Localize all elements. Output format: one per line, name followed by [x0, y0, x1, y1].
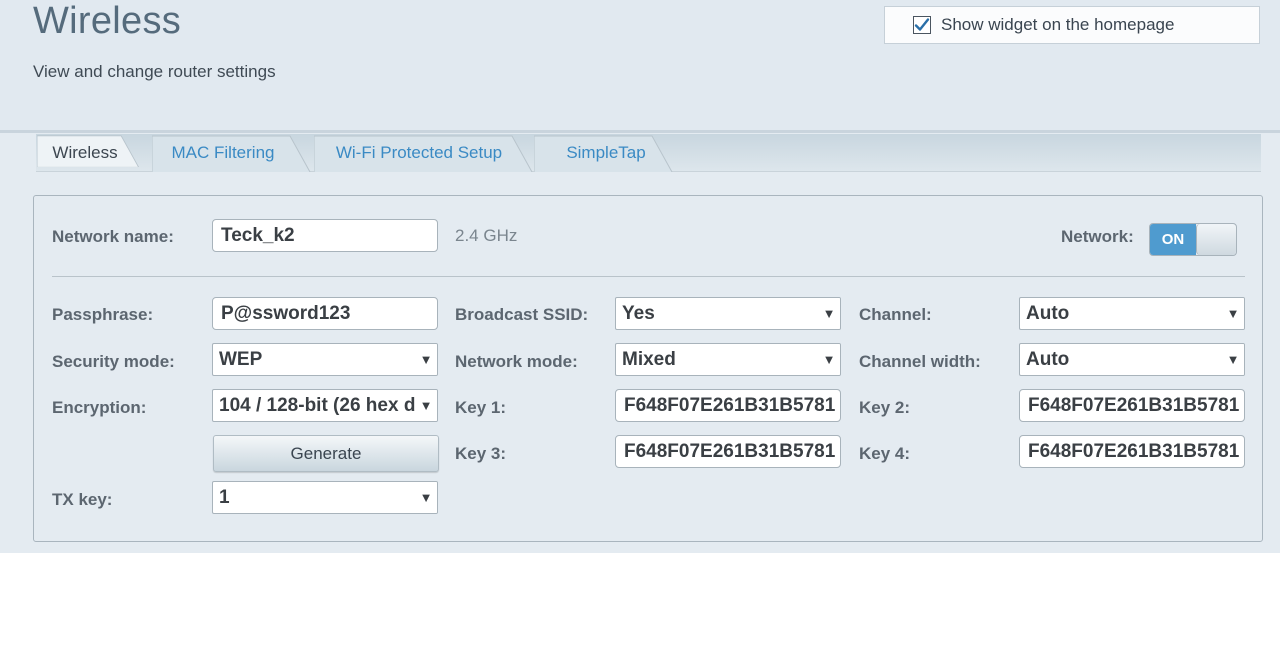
- channel-width-label: Channel width:: [859, 352, 981, 371]
- broadcast-ssid-label: Broadcast SSID:: [455, 305, 589, 324]
- channel-value: Auto: [1026, 302, 1070, 324]
- tx-key-value: 1: [219, 486, 230, 508]
- toggle-knob[interactable]: [1196, 224, 1236, 255]
- key1-label: Key 1:: [455, 398, 507, 417]
- network-mode-label: Network mode:: [455, 352, 578, 371]
- chevron-down-icon: ▼: [1222, 298, 1244, 329]
- network-toggle-label: Network:: [1061, 227, 1134, 246]
- encryption-select[interactable]: 104 / 128-bit (26 hex digits) ▼: [212, 389, 438, 422]
- broadcast-ssid-select[interactable]: Yes ▼: [615, 297, 841, 330]
- channel-width-select[interactable]: Auto ▼: [1019, 343, 1245, 376]
- channel-select[interactable]: Auto ▼: [1019, 297, 1245, 330]
- passphrase-label: Passphrase:: [52, 305, 154, 324]
- section-divider: [52, 276, 1245, 277]
- security-mode-label: Security mode:: [52, 352, 175, 371]
- security-mode-value: WEP: [219, 348, 263, 370]
- band-label: 2.4 GHz: [455, 226, 518, 245]
- tab-simpletap-label: SimpleTap: [566, 143, 646, 162]
- broadcast-ssid-value: Yes: [622, 302, 655, 324]
- network-name-label: Network name:: [52, 227, 174, 246]
- key3-input[interactable]: F648F07E261B31B5781: [615, 435, 841, 468]
- tab-wireless-label: Wireless: [52, 143, 118, 162]
- chevron-down-icon: ▼: [415, 390, 437, 421]
- tx-key-label: TX key:: [52, 490, 113, 509]
- generate-button[interactable]: Generate: [213, 435, 439, 472]
- show-widget-option[interactable]: Show widget on the homepage: [884, 6, 1260, 44]
- page-subtitle: View and change router settings: [33, 62, 276, 81]
- show-widget-label: Show widget on the homepage: [941, 15, 1175, 34]
- checkmark-icon: [914, 18, 930, 31]
- tab-wifi-protected-setup-label: Wi-Fi Protected Setup: [335, 143, 503, 162]
- chevron-down-icon: ▼: [1222, 344, 1244, 375]
- key1-input[interactable]: F648F07E261B31B5781: [615, 389, 841, 422]
- key2-input[interactable]: F648F07E261B31B5781: [1019, 389, 1245, 422]
- toggle-state-text: ON: [1150, 224, 1196, 255]
- page-header: Wireless View and change router settings…: [0, 0, 1280, 130]
- key2-label: Key 2:: [859, 398, 911, 417]
- passphrase-input[interactable]: P@ssword123: [212, 297, 438, 330]
- key4-input[interactable]: F648F07E261B31B5781: [1019, 435, 1245, 468]
- chevron-down-icon: ▼: [415, 482, 437, 513]
- tab-wifi-protected-setup[interactable]: Wi-Fi Protected Setup: [314, 134, 534, 172]
- encryption-label: Encryption:: [52, 398, 147, 417]
- tx-key-select[interactable]: 1 ▼: [212, 481, 438, 514]
- key4-label: Key 4:: [859, 444, 911, 463]
- chevron-down-icon: ▼: [818, 298, 840, 329]
- tab-wireless[interactable]: Wireless: [37, 134, 151, 172]
- encryption-value: 104 / 128-bit (26 hex digits): [219, 394, 415, 416]
- security-mode-select[interactable]: WEP ▼: [212, 343, 438, 376]
- header-divider: [0, 130, 1280, 133]
- key3-label: Key 3:: [455, 444, 507, 463]
- network-mode-select[interactable]: Mixed ▼: [615, 343, 841, 376]
- show-widget-checkbox[interactable]: [913, 16, 931, 34]
- channel-width-value: Auto: [1026, 348, 1070, 370]
- chevron-down-icon: ▼: [415, 344, 437, 375]
- channel-label: Channel:: [859, 305, 932, 324]
- network-toggle[interactable]: ON: [1149, 223, 1237, 256]
- page-title: Wireless: [33, 0, 182, 42]
- network-name-input[interactable]: Teck_k2: [212, 219, 438, 252]
- tab-bar: Wireless MAC Filtering Wi-Fi Protected S…: [36, 134, 1261, 172]
- tab-mac-filtering[interactable]: MAC Filtering: [152, 134, 312, 172]
- chevron-down-icon: ▼: [818, 344, 840, 375]
- tab-simpletap[interactable]: SimpleTap: [534, 134, 674, 172]
- network-mode-value: Mixed: [622, 348, 676, 370]
- tab-mac-filtering-label: MAC Filtering: [171, 143, 275, 162]
